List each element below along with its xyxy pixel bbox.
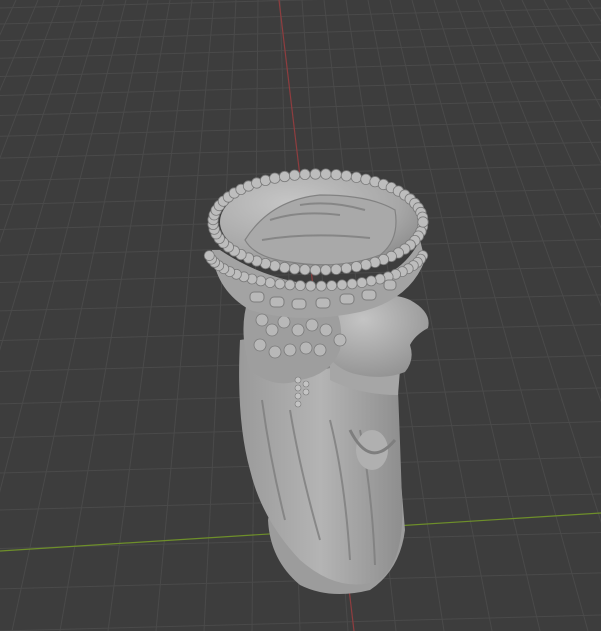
mesh-pearl [309,264,321,276]
mesh-pearl [278,261,291,274]
mesh-pearl [203,250,215,262]
mesh-pearl [350,171,362,183]
mesh-pearl [365,275,377,287]
mesh-pearl [330,169,342,181]
mesh-pearl [299,168,311,180]
mesh-pearl [278,170,291,183]
mesh-pearl [330,263,342,275]
mesh-pearl [326,280,338,292]
mesh-pearl [356,277,368,289]
mesh-pearl [350,261,362,273]
mesh-pearl [288,263,301,275]
mesh-pearl [284,279,296,291]
mesh-pearl [264,277,276,289]
mesh-pearl [340,262,352,274]
mesh-pearl [255,275,267,287]
mesh-pearl [269,260,281,272]
mesh-pearl [259,174,272,186]
3d-viewport[interactable] [0,0,601,631]
mesh-pearl [346,278,358,290]
mesh-pearl [315,280,327,292]
mesh-pearl [309,168,321,180]
mesh-pearl [294,280,306,292]
mesh-pearl [417,216,429,228]
mesh-pearl [288,169,301,181]
mesh-pearl [336,279,348,291]
mesh-pearl [274,278,286,290]
mesh-pearl [340,170,352,182]
viewport-canvas[interactable] [0,0,601,631]
mesh-pearl [320,168,332,180]
mesh-pearl [269,172,281,184]
mesh-pearl [360,259,372,271]
bust-sculpture-mesh[interactable] [203,168,429,594]
mesh-pearl [305,280,317,292]
mesh-pearl [299,263,311,276]
mesh-pearl [320,264,332,276]
mesh-pearl [374,273,386,285]
